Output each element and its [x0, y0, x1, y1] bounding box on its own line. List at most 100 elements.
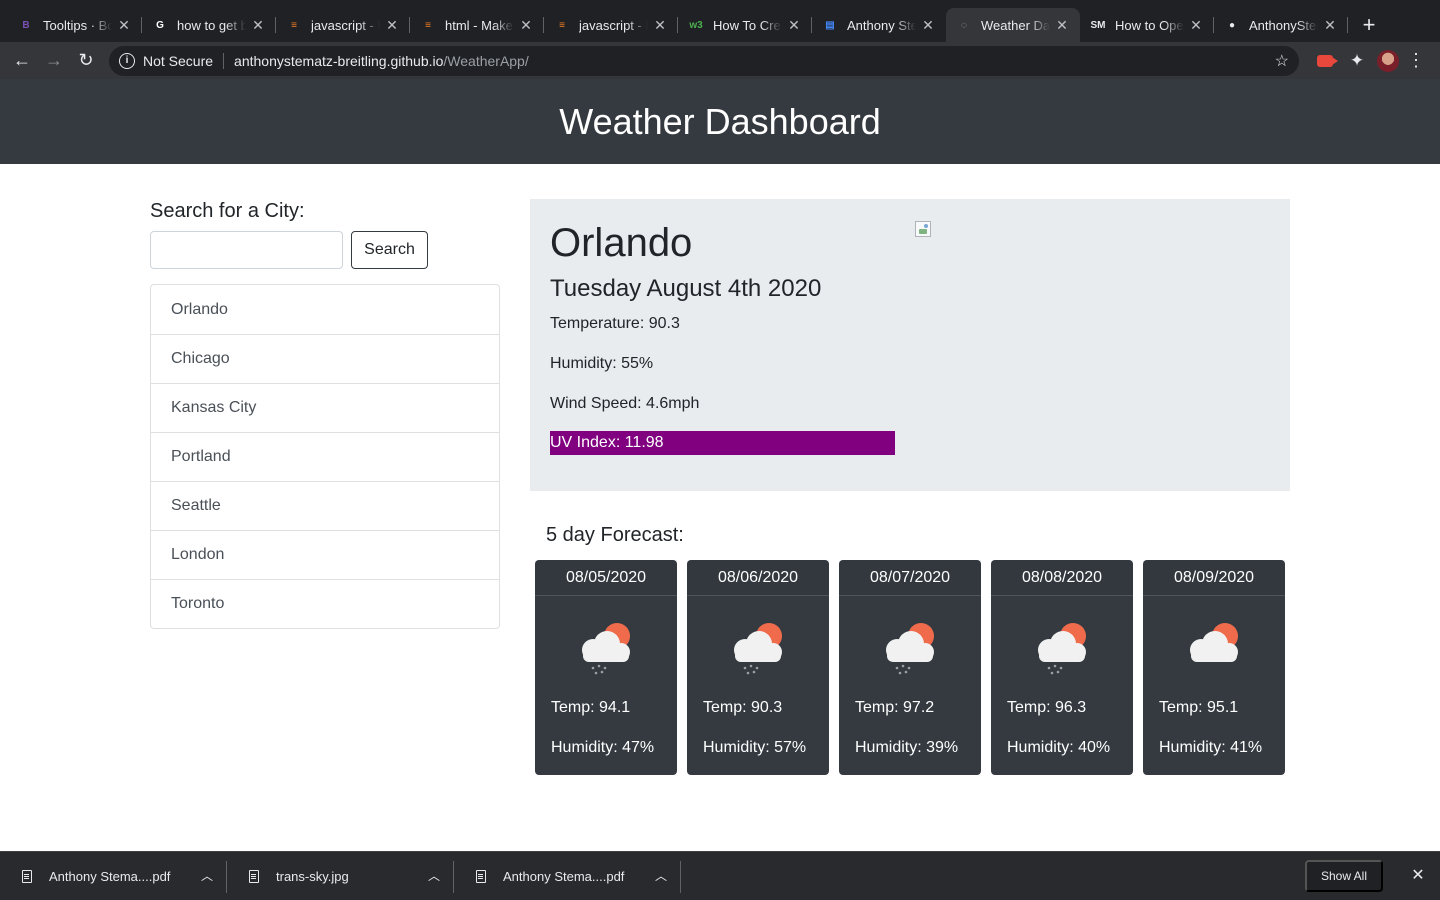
bootstrap-icon: B [22, 19, 30, 31]
tab-close-icon[interactable]: ✕ [250, 17, 266, 34]
browser-tab[interactable]: Ghow to get bootstrap✕ [142, 8, 276, 42]
tab-title: AnthonyStematz [1249, 17, 1318, 33]
url-path: /WeatherApp/ [443, 52, 529, 69]
tab-close-icon[interactable]: ✕ [384, 17, 400, 34]
chevron-up-icon[interactable]: ︿ [201, 867, 213, 884]
city-history-item[interactable]: Portland [151, 432, 499, 481]
forecast-card-row: 08/05/2020 Temp: 94.1 Humidity: 47% 08/06/2… [535, 560, 1285, 775]
download-filename: Anthony Stema....pdf [49, 868, 171, 884]
download-filename: Anthony Stema....pdf [503, 868, 625, 884]
extensions-puzzle-icon[interactable]: ✦ [1343, 47, 1371, 75]
uv-index-badge: UV Index: 11.98 [550, 431, 895, 455]
tab-close-icon[interactable]: ✕ [786, 17, 802, 34]
tab-close-icon[interactable]: ✕ [1054, 17, 1070, 34]
github-icon: ● [1228, 19, 1236, 31]
browser-tab[interactable]: ▤ Anthony Stematz✕ [812, 8, 946, 42]
download-filename: trans-sky.jpg [276, 868, 349, 884]
forecast-humidity: Humidity: 40% [1007, 739, 1111, 756]
stackoverflow-icon: ≡ [425, 19, 431, 31]
tab-close-icon[interactable]: ✕ [116, 17, 132, 34]
city-history-item[interactable]: Orlando [151, 285, 499, 334]
rain-sun-cloud-icon [582, 623, 630, 675]
forecast-date: 08/09/2020 [1143, 560, 1285, 596]
chevron-up-icon[interactable]: ︿ [428, 867, 440, 884]
browser-tab[interactable]: ◌ Weather Dashboard✕ [946, 8, 1080, 42]
current-weather-card: Orlando Tuesday August 4th 2020 Temperat… [530, 199, 1290, 491]
globe-icon: ◌ [961, 19, 967, 31]
city-search-input[interactable] [150, 231, 343, 269]
browser-tab-strip: BTooltips · Bootstrap✕Ghow to get bootst… [0, 0, 1440, 42]
browser-tab[interactable]: ● AnthonyStematz✕ [1214, 8, 1348, 42]
city-history-item[interactable]: London [151, 530, 499, 579]
forecast-day-card: 08/06/2020 Temp: 90.3 Humidity: 57% [687, 560, 829, 775]
download-item[interactable]: trans-sky.jpg ︿ [227, 852, 454, 900]
url-host: anthonystematz-breitling.github.io [234, 52, 444, 69]
search-label: Search for a City: [150, 200, 305, 222]
forecast-date: 08/05/2020 [535, 560, 677, 596]
forecast-day-card: 08/07/2020 Temp: 97.2 Humidity: 39% [839, 560, 981, 775]
screen-record-extension-icon[interactable] [1311, 47, 1339, 75]
tab-title: html - Make [445, 17, 513, 33]
download-shelf: Anthony Stema....pdf ︿ trans-sky.jpg ︿ Antho… [0, 851, 1440, 900]
close-icon[interactable]: ✕ [1408, 865, 1428, 885]
browser-toolbar: ← → ↻ i Not Secure anthonystematz-breitl… [0, 42, 1440, 79]
forecast-day-card: 08/05/2020 Temp: 94.1 Humidity: 47% [535, 560, 677, 775]
download-item[interactable]: Anthony Stema....pdf ︿ [0, 852, 227, 900]
info-icon[interactable]: i [119, 52, 135, 69]
show-all-downloads-button[interactable]: Show All [1305, 860, 1383, 892]
tab-close-icon[interactable]: ✕ [652, 17, 668, 34]
current-wind-speed: Wind Speed: 4.6mph [550, 395, 700, 412]
chevron-up-icon[interactable]: ︿ [655, 867, 667, 884]
google-icon: G [156, 19, 164, 31]
new-tab-button[interactable]: + [1352, 8, 1386, 42]
tab-title: How to Open [1115, 17, 1184, 33]
reload-icon[interactable]: ↻ [71, 46, 101, 76]
forecast-day-card: 08/09/2020 Temp: 95.1 Humidity: 41% [1143, 560, 1285, 775]
browser-tab[interactable]: B Tooltips · Bootstrap✕ [8, 8, 142, 42]
city-history-item[interactable]: Toronto [151, 579, 499, 628]
browser-tab[interactable]: SM How to Open ✕ [1080, 8, 1214, 42]
tab-close-icon[interactable]: ✕ [1188, 17, 1204, 34]
google-docs-icon: ▤ [825, 19, 835, 31]
current-date: Tuesday August 4th 2020 [550, 275, 822, 302]
broken-image-icon [915, 221, 931, 237]
tab-close-icon[interactable]: ✕ [1322, 17, 1338, 34]
file-icon [476, 869, 486, 883]
back-arrow-icon[interactable]: ← [7, 46, 37, 76]
rain-sun-cloud-icon [1038, 623, 1086, 675]
forecast-temp: Temp: 95.1 [1159, 699, 1239, 716]
city-history-item[interactable]: Chicago [151, 334, 499, 383]
browser-tab[interactable]: ≡ javascript - How✕ [276, 8, 410, 42]
browser-menu-icon[interactable]: ⋮ [1407, 50, 1425, 71]
current-humidity: Humidity: 55% [550, 355, 654, 372]
tab-list: BTooltips · Bootstrap✕Ghow to get bootst… [8, 8, 1348, 42]
profile-avatar[interactable] [1377, 49, 1399, 72]
file-icon [22, 869, 32, 883]
tab-close-icon[interactable]: ✕ [518, 17, 534, 34]
forecast-date: 08/07/2020 [839, 560, 981, 596]
forecast-humidity: Humidity: 47% [551, 739, 655, 756]
sdk-icon: SM [1090, 19, 1106, 31]
forward-arrow-icon[interactable]: → [39, 46, 69, 76]
security-label: Not Secure [143, 52, 214, 69]
forecast-temp: Temp: 96.3 [1007, 699, 1087, 716]
tab-close-icon[interactable]: ✕ [920, 17, 936, 34]
sun-cloud-icon [1190, 623, 1238, 662]
download-item[interactable]: Anthony Stema....pdf ︿ [454, 852, 681, 900]
stackoverflow-icon: ≡ [291, 19, 297, 31]
stackoverflow-icon: ≡ [559, 19, 565, 31]
forecast-heading: 5 day Forecast: [546, 524, 684, 546]
browser-tab[interactable]: w3 How To Create✕ [678, 8, 812, 42]
rain-sun-cloud-icon [886, 623, 934, 675]
city-history-item[interactable]: Kansas City [151, 383, 499, 432]
address-bar[interactable]: i Not Secure anthonystematz-breitling.gi… [109, 45, 1299, 76]
bookmark-star-icon[interactable]: ☆ [1275, 51, 1289, 71]
browser-tab[interactable]: ≡ javascript - How✕ [544, 8, 678, 42]
search-button[interactable]: Search [351, 231, 428, 269]
forecast-humidity: Humidity: 57% [703, 739, 807, 756]
forecast-temp: Temp: 90.3 [703, 699, 783, 716]
tab-title: Weather Dashboard [981, 17, 1050, 33]
browser-tab[interactable]: ≡ html - Make ✕ [410, 8, 544, 42]
page-title: Weather Dashboard [559, 100, 881, 142]
city-history-item[interactable]: Seattle [151, 481, 499, 530]
